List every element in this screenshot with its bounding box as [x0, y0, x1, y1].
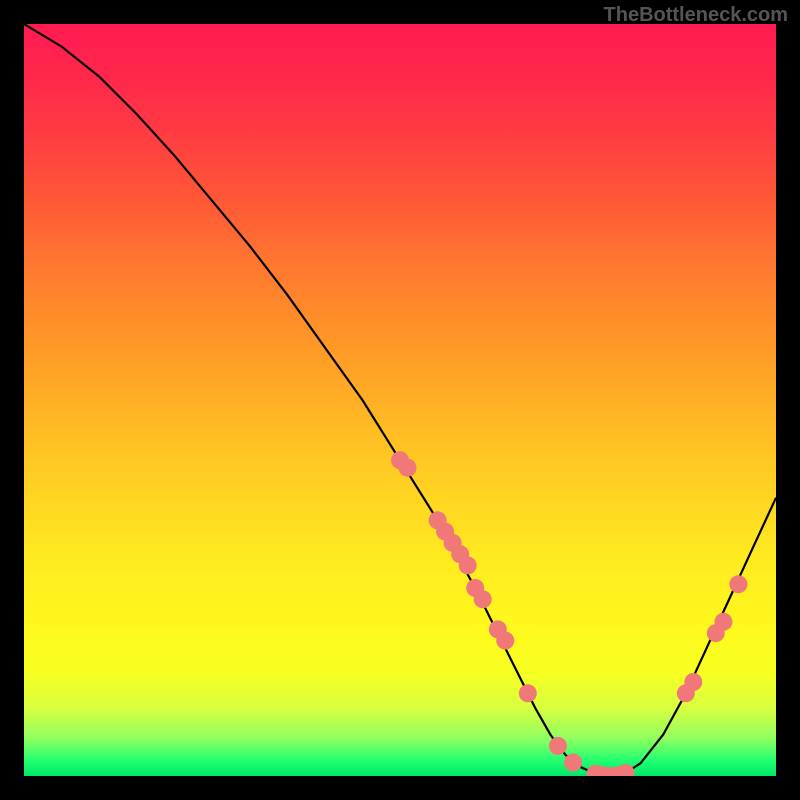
data-point — [459, 556, 477, 574]
bottleneck-curve-line — [24, 24, 776, 776]
data-point — [617, 764, 635, 776]
plot-area — [24, 24, 776, 776]
data-point — [496, 632, 514, 650]
watermark-text: TheBottleneck.com — [604, 4, 788, 27]
data-point — [474, 590, 492, 608]
data-point — [549, 737, 567, 755]
data-point — [684, 673, 702, 691]
data-point — [729, 575, 747, 593]
data-point-group — [391, 451, 747, 776]
chart-svg — [24, 24, 776, 776]
data-point — [714, 613, 732, 631]
data-point — [399, 459, 417, 477]
data-point — [519, 684, 537, 702]
data-point — [564, 754, 582, 772]
